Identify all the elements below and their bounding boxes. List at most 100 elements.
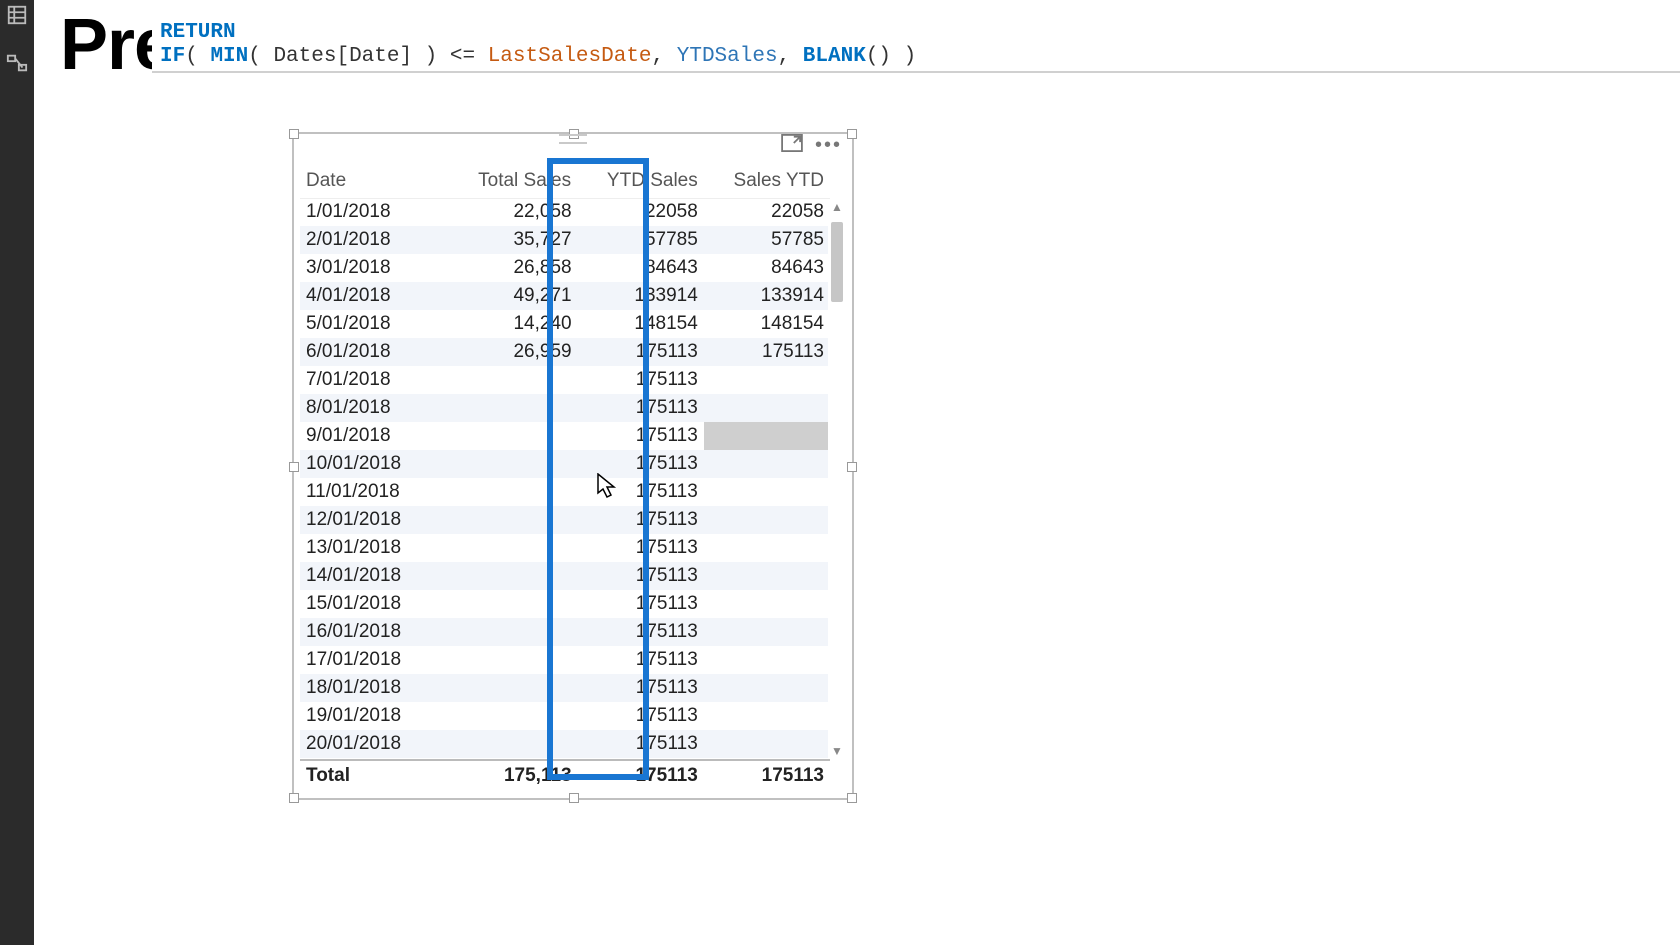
- focus-mode-icon[interactable]: [781, 134, 803, 157]
- col-header-date[interactable]: Date: [300, 164, 448, 199]
- cell-date[interactable]: 2/01/2018: [300, 226, 451, 254]
- cell-sytd[interactable]: 84643: [704, 254, 828, 282]
- cell-date[interactable]: 15/01/2018: [300, 590, 451, 618]
- table-row[interactable]: 8/01/2018 175113: [300, 394, 828, 422]
- table-row[interactable]: 7/01/2018 175113: [300, 366, 828, 394]
- cell-total[interactable]: 35,727: [451, 226, 577, 254]
- cell-date[interactable]: 18/01/2018: [300, 674, 451, 702]
- cell-ytd[interactable]: 175113: [578, 506, 704, 534]
- cell-date[interactable]: 9/01/2018: [300, 422, 451, 450]
- cell-ytd[interactable]: 175113: [578, 590, 704, 618]
- vertical-scrollbar[interactable]: ▲ ▼: [828, 198, 846, 760]
- table-body-scroll[interactable]: 1/01/201822,05822058220582/01/201835,727…: [300, 198, 828, 760]
- cell-date[interactable]: 10/01/2018: [300, 450, 451, 478]
- cell-sytd[interactable]: [704, 478, 828, 506]
- resize-handle-sw[interactable]: [289, 793, 299, 803]
- table-row[interactable]: 1/01/201822,0582205822058: [300, 198, 828, 226]
- cell-sytd[interactable]: [704, 590, 828, 618]
- table-row[interactable]: 4/01/201849,271133914133914: [300, 282, 828, 310]
- cell-sytd[interactable]: 57785: [704, 226, 828, 254]
- resize-handle-s[interactable]: [569, 793, 579, 803]
- table-row[interactable]: 10/01/2018 175113: [300, 450, 828, 478]
- resize-handle-e[interactable]: [847, 462, 857, 472]
- resize-handle-se[interactable]: [847, 793, 857, 803]
- cell-sytd[interactable]: 133914: [704, 282, 828, 310]
- cell-sytd[interactable]: 148154: [704, 310, 828, 338]
- cell-ytd[interactable]: 175113: [578, 730, 704, 758]
- table-row[interactable]: 11/01/2018 175113: [300, 478, 828, 506]
- cell-sytd[interactable]: 22058: [704, 198, 828, 226]
- cell-sytd[interactable]: 175113: [704, 338, 828, 366]
- table-row[interactable]: 20/01/2018 175113: [300, 730, 828, 758]
- cell-date[interactable]: 13/01/2018: [300, 534, 451, 562]
- scroll-up-icon[interactable]: ▲: [828, 198, 846, 216]
- data-view-icon[interactable]: [2, 0, 32, 30]
- more-options-icon[interactable]: •••: [815, 134, 842, 157]
- cell-sytd[interactable]: [704, 618, 828, 646]
- cell-ytd[interactable]: 175113: [578, 646, 704, 674]
- cell-total[interactable]: [451, 478, 577, 506]
- table-row[interactable]: 9/01/2018 175113: [300, 422, 828, 450]
- table-row[interactable]: 6/01/201826,959175113175113: [300, 338, 828, 366]
- table-row[interactable]: 3/01/201826,8588464384643: [300, 254, 828, 282]
- cell-total[interactable]: [451, 366, 577, 394]
- cell-sytd[interactable]: [704, 730, 828, 758]
- cell-ytd[interactable]: 175113: [578, 422, 704, 450]
- cell-total[interactable]: [451, 618, 577, 646]
- cell-date[interactable]: 5/01/2018: [300, 310, 451, 338]
- cell-date[interactable]: 1/01/2018: [300, 198, 451, 226]
- cell-sytd[interactable]: [704, 394, 828, 422]
- cell-sytd[interactable]: [704, 366, 828, 394]
- cell-sytd[interactable]: [704, 506, 828, 534]
- cell-date[interactable]: 17/01/2018: [300, 646, 451, 674]
- table-row[interactable]: 15/01/2018 175113: [300, 590, 828, 618]
- cell-ytd[interactable]: 175113: [578, 450, 704, 478]
- scroll-down-icon[interactable]: ▼: [828, 742, 846, 760]
- cell-ytd[interactable]: 57785: [578, 226, 704, 254]
- cell-date[interactable]: 16/01/2018: [300, 618, 451, 646]
- cell-total[interactable]: 14,240: [451, 310, 577, 338]
- cell-ytd[interactable]: 148154: [578, 310, 704, 338]
- table-row[interactable]: 17/01/2018 175113: [300, 646, 828, 674]
- cell-date[interactable]: 7/01/2018: [300, 366, 451, 394]
- cell-sytd[interactable]: [704, 674, 828, 702]
- col-header-sales-ytd[interactable]: Sales YTD: [704, 164, 830, 199]
- cell-ytd[interactable]: 22058: [578, 198, 704, 226]
- cell-total[interactable]: [451, 646, 577, 674]
- cell-total[interactable]: [451, 450, 577, 478]
- drag-grip-icon[interactable]: [559, 134, 587, 144]
- cell-total[interactable]: [451, 422, 577, 450]
- cell-ytd[interactable]: 133914: [578, 282, 704, 310]
- cell-date[interactable]: 11/01/2018: [300, 478, 451, 506]
- table-row[interactable]: 16/01/2018 175113: [300, 618, 828, 646]
- table-row[interactable]: 14/01/2018 175113: [300, 562, 828, 590]
- table-row[interactable]: 2/01/201835,7275778557785: [300, 226, 828, 254]
- cell-date[interactable]: 3/01/2018: [300, 254, 451, 282]
- table-row[interactable]: 19/01/2018175113: [300, 702, 828, 730]
- cell-ytd[interactable]: 175113: [578, 394, 704, 422]
- cell-date[interactable]: 4/01/2018: [300, 282, 451, 310]
- cell-date[interactable]: 14/01/2018: [300, 562, 451, 590]
- model-view-icon[interactable]: [2, 48, 32, 78]
- cell-total[interactable]: [451, 674, 577, 702]
- cell-date[interactable]: 20/01/2018: [300, 730, 451, 758]
- cell-total[interactable]: 22,058: [451, 198, 577, 226]
- cell-sytd[interactable]: [704, 422, 828, 450]
- report-canvas[interactable]: ••• Date Total Sales YTD Sales Sales YTD: [34, 78, 1680, 945]
- cell-ytd[interactable]: 175113: [578, 534, 704, 562]
- table-row[interactable]: 5/01/201814,240148154148154: [300, 310, 828, 338]
- cell-sytd[interactable]: [704, 702, 828, 730]
- cell-ytd[interactable]: 175113: [578, 618, 704, 646]
- cell-total[interactable]: [451, 562, 577, 590]
- formula-bar[interactable]: RETURN IF( MIN( Dates[Date] ) <= LastSal…: [152, 21, 1680, 73]
- cell-total[interactable]: 49,271: [451, 282, 577, 310]
- cell-ytd[interactable]: 175113: [578, 562, 704, 590]
- cell-total[interactable]: [451, 730, 577, 758]
- cell-ytd[interactable]: 175113: [578, 366, 704, 394]
- scroll-thumb[interactable]: [831, 222, 843, 302]
- cell-sytd[interactable]: [704, 534, 828, 562]
- cell-date[interactable]: 12/01/2018: [300, 506, 451, 534]
- cell-total[interactable]: [451, 534, 577, 562]
- cell-date[interactable]: 8/01/2018: [300, 394, 451, 422]
- cell-ytd[interactable]: 175113: [578, 478, 704, 506]
